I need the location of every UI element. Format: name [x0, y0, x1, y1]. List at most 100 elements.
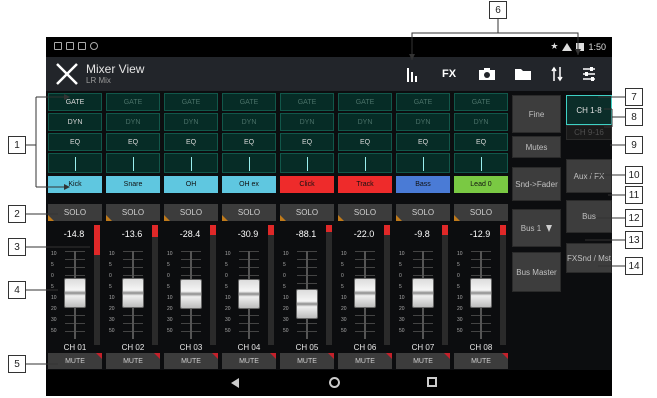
- eq-button[interactable]: EQ: [106, 133, 160, 151]
- channel-name[interactable]: Click: [280, 176, 334, 193]
- channel-name[interactable]: Kick: [48, 176, 102, 193]
- gate-button[interactable]: GATE: [222, 93, 276, 111]
- solo-button[interactable]: SOLO: [454, 204, 508, 221]
- eq-graph[interactable]: [106, 153, 160, 173]
- dyn-button[interactable]: DYN: [106, 113, 160, 131]
- fader-knob[interactable]: [470, 278, 492, 308]
- gate-button[interactable]: GATE: [106, 93, 160, 111]
- scale-tick: 20: [341, 306, 347, 312]
- solo-button[interactable]: SOLO: [48, 204, 102, 221]
- camera-icon[interactable]: [476, 63, 498, 85]
- eq-button[interactable]: EQ: [454, 133, 508, 151]
- dyn-button[interactable]: DYN: [396, 113, 450, 131]
- gate-button[interactable]: GATE: [396, 93, 450, 111]
- bus-button[interactable]: Bus: [566, 200, 612, 233]
- scale-tick: 50: [225, 328, 231, 334]
- dyn-button[interactable]: DYN: [454, 113, 508, 131]
- channel-strip: GATE DYN EQ OH SOLO -28.4 10 5 0 5 10 20 30 50 CH 03 MU…: [163, 93, 219, 369]
- aux-fx-button[interactable]: Aux / FX: [566, 159, 612, 193]
- fx-button[interactable]: FX: [438, 63, 460, 85]
- fader-knob[interactable]: [64, 278, 86, 308]
- scale-tick: 5: [109, 284, 112, 290]
- eq-button[interactable]: EQ: [396, 133, 450, 151]
- dyn-button[interactable]: DYN: [280, 113, 334, 131]
- solo-label: SOLO: [121, 208, 145, 217]
- solo-button[interactable]: SOLO: [338, 204, 392, 221]
- level-readout: -14.8: [63, 229, 85, 239]
- channel-name[interactable]: Track: [338, 176, 392, 193]
- recents-icon[interactable]: [427, 377, 437, 387]
- bus-master-button[interactable]: Bus Master: [512, 252, 561, 292]
- solo-button[interactable]: SOLO: [222, 204, 276, 221]
- eq-graph[interactable]: [454, 153, 508, 173]
- routing-icon[interactable]: [546, 63, 568, 85]
- notification-icon: [66, 42, 74, 50]
- fader-knob[interactable]: [180, 279, 202, 309]
- scale-tick: 10: [283, 295, 289, 301]
- ch-next-button[interactable]: CH 9-16: [566, 125, 612, 140]
- bus1-button[interactable]: Bus 1: [512, 209, 561, 247]
- fader-knob[interactable]: [122, 278, 144, 308]
- eq-button[interactable]: EQ: [48, 133, 102, 151]
- ch-range-button[interactable]: CH 1-8: [566, 95, 612, 125]
- eq-graph[interactable]: [396, 153, 450, 173]
- fader-knob[interactable]: [296, 289, 318, 319]
- mute-label: MUTE: [181, 357, 201, 365]
- mute-button[interactable]: MUTE: [106, 353, 160, 369]
- channel-name[interactable]: Bass: [396, 176, 450, 193]
- clock: 1:50: [588, 41, 606, 52]
- dyn-button[interactable]: DYN: [164, 113, 218, 131]
- sliders-icon[interactable]: [578, 63, 600, 85]
- solo-button[interactable]: SOLO: [280, 204, 334, 221]
- level-readout: -13.6: [121, 229, 143, 239]
- solo-label: SOLO: [63, 208, 87, 217]
- folder-icon[interactable]: [512, 63, 534, 85]
- channel-name[interactable]: Snare: [106, 176, 160, 193]
- gate-button[interactable]: GATE: [164, 93, 218, 111]
- mute-button[interactable]: MUTE: [396, 353, 450, 369]
- gate-button[interactable]: GATE: [48, 93, 102, 111]
- solo-button[interactable]: SOLO: [164, 204, 218, 221]
- fader-knob[interactable]: [238, 279, 260, 309]
- channel-name[interactable]: OH: [164, 176, 218, 193]
- eq-button[interactable]: EQ: [222, 133, 276, 151]
- channel-name[interactable]: OH ex: [222, 176, 276, 193]
- mute-button[interactable]: MUTE: [164, 353, 218, 369]
- fader-knob[interactable]: [354, 278, 376, 308]
- mute-button[interactable]: MUTE: [48, 353, 102, 369]
- callout-2: 2: [8, 205, 26, 223]
- gate-button[interactable]: GATE: [280, 93, 334, 111]
- mute-button[interactable]: MUTE: [222, 353, 276, 369]
- eq-button[interactable]: EQ: [280, 133, 334, 151]
- gate-button[interactable]: GATE: [338, 93, 392, 111]
- dyn-button[interactable]: DYN: [48, 113, 102, 131]
- meters-icon[interactable]: [402, 63, 424, 85]
- scale-tick: 0: [457, 273, 460, 279]
- gate-button[interactable]: GATE: [454, 93, 508, 111]
- fader-knob[interactable]: [412, 278, 434, 308]
- eq-graph[interactable]: [338, 153, 392, 173]
- mute-button[interactable]: MUTE: [454, 353, 508, 369]
- scale-tick: 5: [225, 262, 228, 268]
- channel-name[interactable]: Lead 0: [454, 176, 508, 193]
- eq-graph[interactable]: [164, 153, 218, 173]
- fx-send-button[interactable]: FXSnd / Mst: [566, 243, 612, 273]
- eq-button[interactable]: EQ: [338, 133, 392, 151]
- fine-button[interactable]: Fine: [512, 95, 561, 133]
- back-icon[interactable]: [231, 378, 239, 388]
- solo-button[interactable]: SOLO: [106, 204, 160, 221]
- eq-button[interactable]: EQ: [164, 133, 218, 151]
- scale-tick: 30: [341, 317, 347, 323]
- eq-graph[interactable]: [280, 153, 334, 173]
- mute-button[interactable]: MUTE: [280, 353, 334, 369]
- solo-button[interactable]: SOLO: [396, 204, 450, 221]
- dyn-button[interactable]: DYN: [338, 113, 392, 131]
- snd-fader-button[interactable]: Snd->Fader: [512, 167, 561, 201]
- mute-button[interactable]: MUTE: [338, 353, 392, 369]
- fader-scale: 10 5 0 5 10 20 30 50: [167, 251, 179, 335]
- eq-graph[interactable]: [222, 153, 276, 173]
- home-icon[interactable]: [329, 377, 340, 388]
- eq-graph[interactable]: [48, 153, 102, 173]
- dyn-button[interactable]: DYN: [222, 113, 276, 131]
- mutes-button[interactable]: Mutes: [512, 136, 561, 158]
